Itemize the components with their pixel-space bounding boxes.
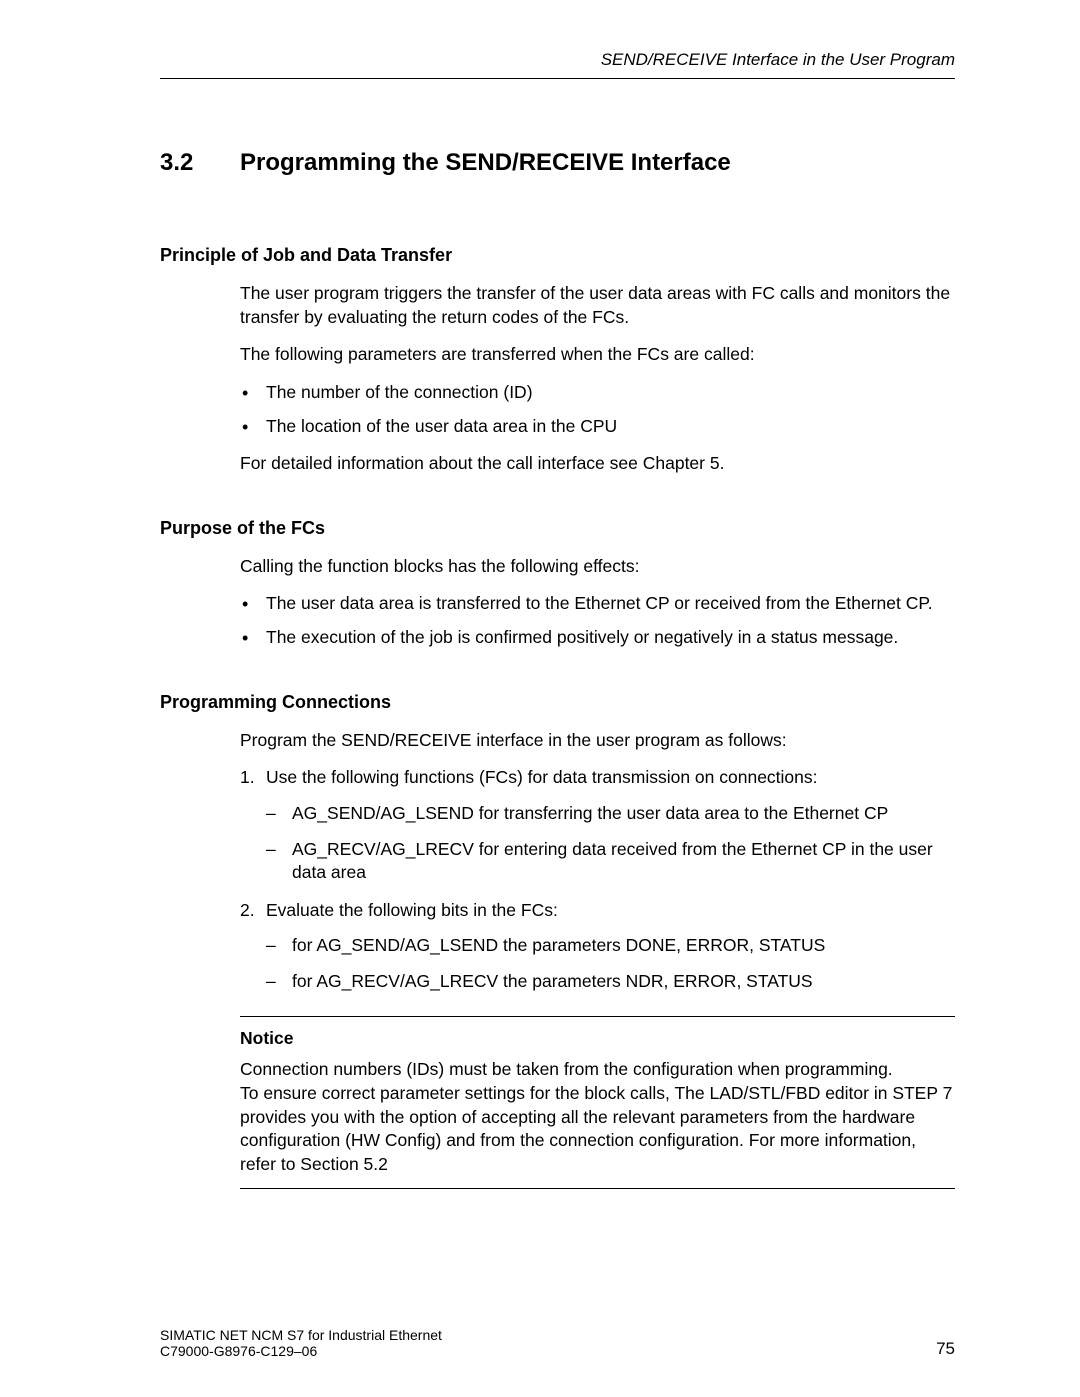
dash-list: AG_SEND/AG_LSEND for transferring the us… [266,802,955,885]
notice-paragraph: Connection numbers (IDs) must be taken f… [240,1058,955,1082]
list-item: The location of the user data area in th… [240,415,955,439]
list-item: for AG_RECV/AG_LRECV the parameters NDR,… [266,970,955,994]
list-item: Evaluate the following bits in the FCs: … [240,899,955,994]
subsection-programming: Programming Connections Program the SEND… [160,692,955,1190]
paragraph: The following parameters are transferred… [240,343,955,367]
notice-paragraph: To ensure correct parameter settings for… [240,1082,955,1177]
list-item: for AG_SEND/AG_LSEND the parameters DONE… [266,934,955,958]
page-number: 75 [936,1339,955,1359]
list-item-text: Evaluate the following bits in the FCs: [266,900,558,920]
list-item-text: Use the following functions (FCs) for da… [266,767,818,787]
page-footer: SIMATIC NET NCM S7 for Industrial Ethern… [160,1327,955,1359]
section-number: 3.2 [160,149,240,177]
bullet-list: The user data area is transferred to the… [240,592,955,649]
list-item: The number of the connection (ID) [240,381,955,405]
subhead-programming: Programming Connections [160,692,955,713]
section-heading: 3.2Programming the SEND/RECEIVE Interfac… [160,149,955,177]
footer-line2: C79000-G8976-C129–06 [160,1343,955,1359]
dash-list: for AG_SEND/AG_LSEND the parameters DONE… [266,934,955,993]
footer-line1: SIMATIC NET NCM S7 for Industrial Ethern… [160,1327,955,1343]
subhead-purpose: Purpose of the FCs [160,518,955,539]
numbered-list: Use the following functions (FCs) for da… [240,766,955,993]
list-item: Use the following functions (FCs) for da… [240,766,955,885]
notice-title: Notice [240,1027,955,1051]
running-head: SEND/RECEIVE Interface in the User Progr… [160,50,955,79]
paragraph: For detailed information about the call … [240,452,955,476]
paragraph: Calling the function blocks has the foll… [240,555,955,579]
paragraph: The user program triggers the transfer o… [240,282,955,329]
list-item: AG_RECV/AG_LRECV for entering data recei… [266,838,955,885]
notice-box: Notice Connection numbers (IDs) must be … [240,1016,955,1190]
page-container: SEND/RECEIVE Interface in the User Progr… [0,0,1080,1189]
subhead-principle: Principle of Job and Data Transfer [160,245,955,266]
subsection-principle: Principle of Job and Data Transfer The u… [160,245,955,476]
list-item: AG_SEND/AG_LSEND for transferring the us… [266,802,955,826]
bullet-list: The number of the connection (ID) The lo… [240,381,955,438]
section-title: Programming the SEND/RECEIVE Interface [240,149,731,176]
body-principle: The user program triggers the transfer o… [240,282,955,476]
paragraph: Program the SEND/RECEIVE interface in th… [240,729,955,753]
subsection-purpose: Purpose of the FCs Calling the function … [160,518,955,650]
body-programming: Program the SEND/RECEIVE interface in th… [240,729,955,1190]
list-item: The execution of the job is confirmed po… [240,626,955,650]
body-purpose: Calling the function blocks has the foll… [240,555,955,650]
list-item: The user data area is transferred to the… [240,592,955,616]
